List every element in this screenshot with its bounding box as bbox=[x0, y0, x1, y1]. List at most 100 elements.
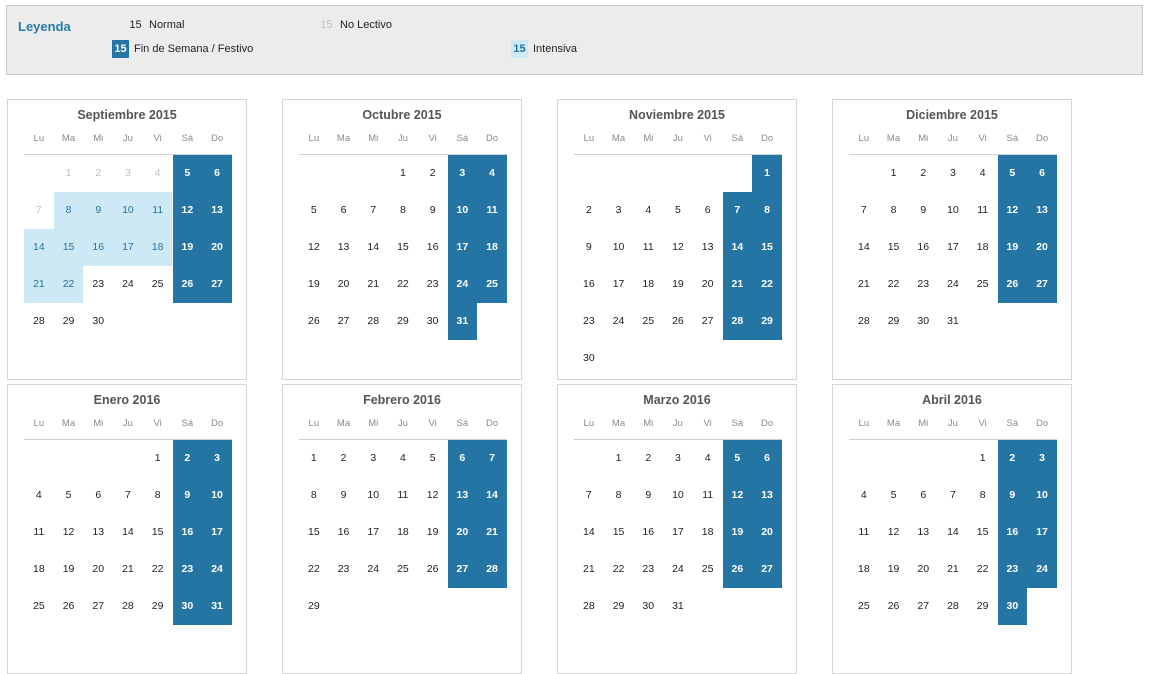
day-cell-festivo[interactable]: 13 bbox=[1027, 192, 1057, 229]
day-cell-normal[interactable]: 14 bbox=[574, 514, 604, 551]
day-cell-normal[interactable]: 25 bbox=[968, 266, 998, 303]
day-cell-normal[interactable]: 10 bbox=[938, 192, 968, 229]
day-cell-normal[interactable]: 1 bbox=[299, 440, 329, 477]
day-cell-normal[interactable]: 12 bbox=[54, 514, 84, 551]
day-cell-nolectivo[interactable]: 1 bbox=[54, 155, 84, 192]
day-cell-normal[interactable]: 2 bbox=[908, 155, 938, 192]
day-cell-festivo[interactable]: 3 bbox=[202, 440, 232, 477]
day-cell-normal[interactable]: 25 bbox=[633, 303, 663, 340]
day-cell-normal[interactable]: 3 bbox=[358, 440, 388, 477]
day-cell-festivo[interactable]: 12 bbox=[172, 192, 203, 229]
day-cell-festivo[interactable]: 19 bbox=[997, 229, 1028, 266]
day-cell-normal[interactable]: 18 bbox=[968, 229, 998, 266]
day-cell-normal[interactable]: 12 bbox=[879, 514, 909, 551]
day-cell-festivo[interactable]: 19 bbox=[722, 514, 753, 551]
day-cell-normal[interactable]: 14 bbox=[358, 229, 388, 266]
day-cell-festivo[interactable]: 14 bbox=[722, 229, 753, 266]
day-cell-normal[interactable]: 20 bbox=[693, 266, 723, 303]
day-cell-festivo[interactable]: 25 bbox=[477, 266, 507, 303]
day-cell-normal[interactable]: 24 bbox=[938, 266, 968, 303]
day-cell-normal[interactable]: 22 bbox=[143, 551, 173, 588]
day-cell-normal[interactable]: 26 bbox=[54, 588, 84, 625]
day-cell-festivo[interactable]: 27 bbox=[1027, 266, 1057, 303]
day-cell-festivo[interactable]: 3 bbox=[447, 155, 478, 192]
day-cell-normal[interactable]: 23 bbox=[574, 303, 604, 340]
day-cell-normal[interactable]: 1 bbox=[143, 440, 173, 477]
day-cell-normal[interactable]: 21 bbox=[113, 551, 143, 588]
day-cell-normal[interactable]: 30 bbox=[83, 303, 113, 340]
day-cell-normal[interactable]: 23 bbox=[329, 551, 359, 588]
day-cell-normal[interactable]: 18 bbox=[849, 551, 879, 588]
day-cell-intensiva[interactable]: 11 bbox=[142, 192, 173, 229]
day-cell-normal[interactable]: 8 bbox=[299, 477, 329, 514]
day-cell-normal[interactable]: 23 bbox=[633, 551, 663, 588]
day-cell-festivo[interactable]: 24 bbox=[447, 266, 478, 303]
day-cell-normal[interactable]: 22 bbox=[879, 266, 909, 303]
day-cell-festivo[interactable]: 24 bbox=[202, 551, 232, 588]
day-cell-normal[interactable]: 22 bbox=[299, 551, 329, 588]
day-cell-nolectivo[interactable]: 7 bbox=[24, 192, 54, 229]
day-cell-normal[interactable]: 7 bbox=[113, 477, 143, 514]
day-cell-normal[interactable]: 30 bbox=[574, 340, 604, 377]
day-cell-normal[interactable]: 24 bbox=[113, 266, 143, 303]
day-cell-normal[interactable]: 12 bbox=[663, 229, 693, 266]
day-cell-normal[interactable]: 25 bbox=[143, 266, 173, 303]
day-cell-normal[interactable]: 18 bbox=[388, 514, 418, 551]
day-cell-normal[interactable]: 6 bbox=[908, 477, 938, 514]
day-cell-festivo[interactable]: 9 bbox=[997, 477, 1028, 514]
day-cell-nolectivo[interactable]: 2 bbox=[83, 155, 113, 192]
day-cell-normal[interactable]: 6 bbox=[693, 192, 723, 229]
day-cell-festivo[interactable]: 17 bbox=[202, 514, 232, 551]
day-cell-intensiva[interactable]: 17 bbox=[113, 229, 143, 266]
day-cell-normal[interactable]: 23 bbox=[908, 266, 938, 303]
day-cell-normal[interactable]: 11 bbox=[388, 477, 418, 514]
day-cell-normal[interactable]: 29 bbox=[879, 303, 909, 340]
day-cell-normal[interactable]: 11 bbox=[24, 514, 54, 551]
day-cell-normal[interactable]: 14 bbox=[849, 229, 879, 266]
day-cell-festivo[interactable]: 21 bbox=[722, 266, 753, 303]
day-cell-festivo[interactable]: 9 bbox=[172, 477, 203, 514]
day-cell-festivo[interactable]: 6 bbox=[447, 440, 478, 477]
day-cell-normal[interactable]: 8 bbox=[968, 477, 998, 514]
day-cell-normal[interactable]: 16 bbox=[418, 229, 448, 266]
day-cell-normal[interactable]: 2 bbox=[418, 155, 448, 192]
day-cell-normal[interactable]: 5 bbox=[879, 477, 909, 514]
day-cell-intensiva[interactable]: 18 bbox=[142, 229, 173, 266]
day-cell-normal[interactable]: 1 bbox=[388, 155, 418, 192]
day-cell-festivo[interactable]: 23 bbox=[997, 551, 1028, 588]
day-cell-normal[interactable]: 21 bbox=[849, 266, 879, 303]
day-cell-normal[interactable]: 16 bbox=[908, 229, 938, 266]
day-cell-normal[interactable]: 29 bbox=[604, 588, 634, 625]
day-cell-festivo[interactable]: 6 bbox=[752, 440, 782, 477]
day-cell-normal[interactable]: 26 bbox=[418, 551, 448, 588]
day-cell-normal[interactable]: 29 bbox=[143, 588, 173, 625]
day-cell-normal[interactable]: 12 bbox=[299, 229, 329, 266]
day-cell-normal[interactable]: 9 bbox=[633, 477, 663, 514]
day-cell-normal[interactable]: 15 bbox=[299, 514, 329, 551]
day-cell-festivo[interactable]: 15 bbox=[752, 229, 782, 266]
day-cell-festivo[interactable]: 21 bbox=[477, 514, 507, 551]
day-cell-festivo[interactable]: 3 bbox=[1027, 440, 1057, 477]
day-cell-normal[interactable]: 25 bbox=[24, 588, 54, 625]
day-cell-festivo[interactable]: 1 bbox=[752, 155, 782, 192]
day-cell-normal[interactable]: 21 bbox=[574, 551, 604, 588]
day-cell-normal[interactable]: 4 bbox=[633, 192, 663, 229]
day-cell-nolectivo[interactable]: 4 bbox=[143, 155, 173, 192]
day-cell-normal[interactable]: 24 bbox=[663, 551, 693, 588]
day-cell-normal[interactable]: 4 bbox=[24, 477, 54, 514]
day-cell-festivo[interactable]: 16 bbox=[997, 514, 1028, 551]
day-cell-normal[interactable]: 3 bbox=[604, 192, 634, 229]
day-cell-normal[interactable]: 5 bbox=[418, 440, 448, 477]
day-cell-normal[interactable]: 31 bbox=[663, 588, 693, 625]
day-cell-normal[interactable]: 27 bbox=[908, 588, 938, 625]
day-cell-intensiva[interactable]: 22 bbox=[53, 266, 84, 303]
day-cell-normal[interactable]: 15 bbox=[968, 514, 998, 551]
day-cell-festivo[interactable]: 22 bbox=[752, 266, 782, 303]
day-cell-normal[interactable]: 11 bbox=[968, 192, 998, 229]
day-cell-normal[interactable]: 12 bbox=[418, 477, 448, 514]
day-cell-festivo[interactable]: 2 bbox=[997, 440, 1028, 477]
day-cell-normal[interactable]: 13 bbox=[693, 229, 723, 266]
day-cell-festivo[interactable]: 2 bbox=[172, 440, 203, 477]
day-cell-normal[interactable]: 30 bbox=[633, 588, 663, 625]
day-cell-festivo[interactable]: 11 bbox=[477, 192, 507, 229]
